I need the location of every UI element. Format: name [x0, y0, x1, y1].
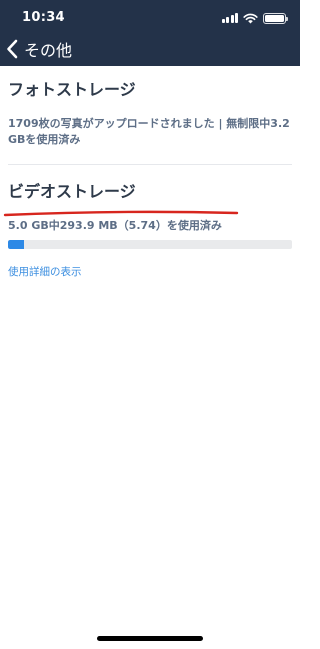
battery-icon [263, 12, 288, 24]
video-storage-progress-fill [8, 240, 25, 249]
photo-storage-description: 1709枚の写真がアップロードされました | 無制限中3.2 GBを使用済み [8, 117, 290, 146]
app-header: 10:34 その他 [0, 0, 300, 66]
back-button[interactable]: その他 [6, 37, 72, 61]
status-icons [221, 12, 288, 24]
usage-details-link[interactable]: 使用詳細の表示 [8, 264, 82, 279]
video-storage-title: ビデオストレージ [8, 182, 136, 201]
video-storage-usage-text: 5.0 GB中293.9 MB（5.74）を使用済み [8, 219, 222, 232]
home-indicator[interactable] [97, 636, 203, 641]
section-divider [8, 164, 292, 165]
status-bar: 10:34 [0, 0, 300, 34]
cellular-signal-icon [221, 13, 238, 23]
wifi-icon [243, 13, 258, 23]
back-button-label: その他 [24, 41, 73, 60]
photo-storage-title: フォトストレージ [8, 80, 136, 99]
video-storage-progress-bar [8, 240, 292, 249]
status-time: 10:34 [22, 10, 65, 25]
navigation-bar: その他 [0, 34, 300, 66]
chevron-left-icon [7, 39, 18, 59]
